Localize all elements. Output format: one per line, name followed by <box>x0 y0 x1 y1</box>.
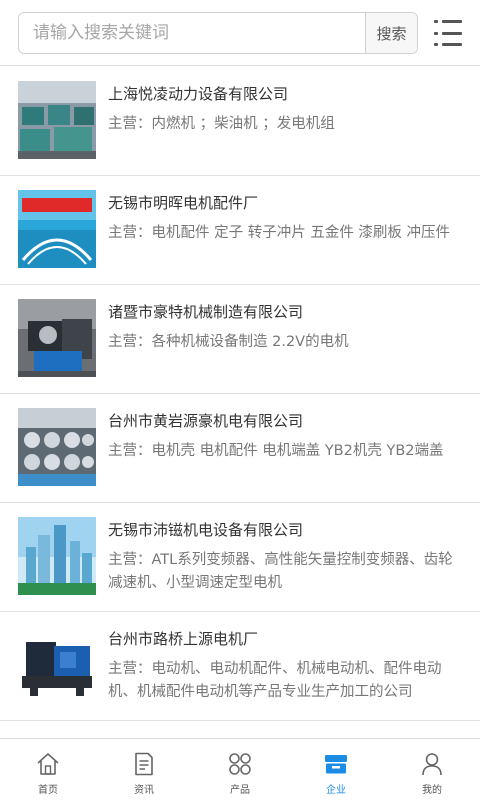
company-item[interactable]: 台州市黄岩源豪机电有限公司 主营：电机壳 电机配件 电机端盖 YB2机壳 YB2… <box>0 394 480 503</box>
company-main-business: 主营：各种机械设备制造 2.2V的电机 <box>108 334 349 350</box>
tab-label: 资讯 <box>134 785 154 796</box>
company-name: 诸暨市豪特机械制造有限公司 <box>108 303 304 321</box>
news-icon <box>135 752 153 776</box>
tab-products[interactable]: 产品 <box>192 739 288 800</box>
user-icon <box>422 753 442 776</box>
tab-mine[interactable]: 我的 <box>384 739 480 800</box>
tab-news[interactable]: 资讯 <box>96 739 192 800</box>
company-main-business: 主营：电机壳 电机配件 电机端盖 YB2机壳 YB2端盖 <box>108 443 444 459</box>
search-button[interactable]: 搜索 <box>365 13 417 53</box>
products-icon <box>229 753 251 775</box>
search-box: 搜索 <box>18 12 418 54</box>
header: 搜索 <box>0 0 480 66</box>
tab-label: 首页 <box>38 785 58 796</box>
company-name: 无锡市明晖电机配件厂 <box>108 194 259 212</box>
search-input[interactable] <box>19 13 365 53</box>
tab-label: 企业 <box>326 785 346 796</box>
company-item[interactable]: 上海悦凌动力设备有限公司 主营：内燃机 ；柴油机 ；发电机组 <box>0 67 480 176</box>
company-main-business: 主营：内燃机 ；柴油机 ；发电机组 <box>108 116 335 132</box>
bottom-tab-bar: 首页 资讯 产品 企业 我的 <box>0 738 480 800</box>
company-name: 台州市路桥上源电机厂 <box>108 630 259 648</box>
tab-label: 我的 <box>422 785 442 796</box>
company-main-business: 主营：电机配件 定子 转子冲片 五金件 漆刷板 冲压件 <box>108 225 451 241</box>
tab-label: 产品 <box>230 785 250 796</box>
company-name: 无锡市沛镃机电设备有限公司 <box>108 521 304 539</box>
company-thumbnail <box>18 626 96 704</box>
company-name: 台州市黄岩源豪机电有限公司 <box>108 412 304 430</box>
company-thumbnail <box>18 299 96 377</box>
company-thumbnail <box>18 408 96 486</box>
home-icon <box>37 753 59 775</box>
company-thumbnail <box>18 517 96 595</box>
company-thumbnail <box>18 81 96 159</box>
company-main-business: 主营：电动机、电动机配件、机械电动机、配件电动机、机械配件电动机等产品专业生产加… <box>108 661 442 700</box>
menu-row <box>434 43 464 46</box>
menu-row <box>434 31 464 35</box>
company-item[interactable]: 台州市路桥上源电机厂 主营：电动机、电动机配件、机械电动机、配件电动机、机械配件… <box>0 612 480 721</box>
company-list: 上海悦凌动力设备有限公司 主营：内燃机 ；柴油机 ；发电机组 无锡市明晖电机配件… <box>0 67 480 737</box>
company-thumbnail <box>18 190 96 268</box>
company-main-business: 主营：ATL系列变频器、高性能矢量控制变频器、齿轮减速机、小型调速定型电机 <box>108 552 453 591</box>
company-item[interactable]: 无锡市沛镃机电设备有限公司 主营：ATL系列变频器、高性能矢量控制变频器、齿轮减… <box>0 503 480 612</box>
company-name: 上海悦凌动力设备有限公司 <box>108 85 289 103</box>
company-item[interactable]: 诸暨市豪特机械制造有限公司 主营：各种机械设备制造 2.2V的电机 <box>0 285 480 394</box>
tab-home[interactable]: 首页 <box>0 739 96 800</box>
tab-enterprise[interactable]: 企业 <box>288 739 384 800</box>
menu-icon[interactable] <box>434 18 464 48</box>
menu-row <box>434 20 464 23</box>
page: 搜索 上海悦凌动力设备有限公司 <box>0 0 480 800</box>
enterprise-icon <box>325 755 347 774</box>
company-item[interactable]: 无锡市明晖电机配件厂 主营：电机配件 定子 转子冲片 五金件 漆刷板 冲压件 <box>0 176 480 285</box>
